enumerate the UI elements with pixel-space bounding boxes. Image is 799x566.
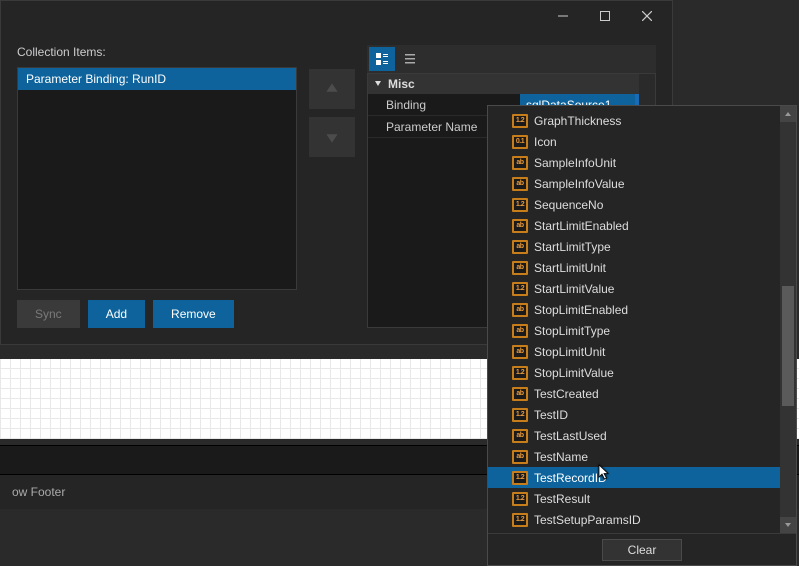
- field-type-icon: 1.2: [512, 282, 528, 296]
- dropdown-item-label: TestLastUsed: [534, 429, 607, 443]
- field-type-icon: 1.2: [512, 513, 528, 527]
- close-button[interactable]: [626, 2, 668, 30]
- dropdown-item-label: TestSetupParamsID: [534, 513, 641, 527]
- minimize-button[interactable]: [542, 2, 584, 30]
- field-type-icon: ab: [512, 261, 528, 275]
- field-type-icon: ab: [512, 450, 528, 464]
- list-item[interactable]: Parameter Binding: RunID: [18, 68, 296, 90]
- dropdown-item-label: Icon: [534, 135, 557, 149]
- remove-button[interactable]: Remove: [153, 300, 234, 328]
- dropdown-item[interactable]: ab SampleInfoUnit: [488, 152, 796, 173]
- clear-button[interactable]: Clear: [602, 539, 682, 561]
- field-type-icon: ab: [512, 156, 528, 170]
- scroll-up-button[interactable]: [780, 106, 796, 122]
- collection-items-panel: Collection Items: Parameter Binding: Run…: [17, 45, 297, 328]
- dropdown-item[interactable]: ab StopLimitUnit: [488, 341, 796, 362]
- field-type-icon: ab: [512, 219, 528, 233]
- dropdown-item[interactable]: 1.2 TestRecordID: [488, 467, 796, 488]
- dropdown-item[interactable]: 1.2 StartLimitValue: [488, 278, 796, 299]
- move-up-button[interactable]: [309, 69, 355, 109]
- field-type-icon: ab: [512, 324, 528, 338]
- dropdown-item[interactable]: 1.2 TestResult: [488, 488, 796, 509]
- dropdown-item[interactable]: 1.2 TestSetupParamsID: [488, 509, 796, 530]
- dropdown-scrollbar[interactable]: [780, 106, 796, 533]
- dropdown-item-label: StartLimitValue: [534, 282, 614, 296]
- dropdown-list[interactable]: 1.2GraphThickness0.1IconabSampleInfoUnit…: [488, 106, 796, 533]
- dropdown-item-label: StartLimitEnabled: [534, 219, 629, 233]
- dropdown-item-label: TestResult: [534, 492, 590, 506]
- dropdown-item-label: StartLimitUnit: [534, 261, 606, 275]
- titlebar: [1, 1, 672, 31]
- dropdown-item[interactable]: ab StartLimitType: [488, 236, 796, 257]
- field-type-icon: 1.2: [512, 198, 528, 212]
- field-type-icon: 1.2: [512, 366, 528, 380]
- categorized-view-button[interactable]: [369, 47, 395, 71]
- dropdown-item[interactable]: ab TestName: [488, 446, 796, 467]
- dropdown-item[interactable]: 0.1 Icon: [488, 131, 796, 152]
- dropdown-item-label: TestRecordID: [534, 471, 607, 485]
- dropdown-item-label: StopLimitType: [534, 324, 610, 338]
- dropdown-item-label: TestName: [534, 450, 588, 464]
- dropdown-item[interactable]: ab StartLimitEnabled: [488, 215, 796, 236]
- collection-items-label: Collection Items:: [17, 45, 297, 59]
- dropdown-item[interactable]: 1.2 TestID: [488, 404, 796, 425]
- dropdown-item[interactable]: 1.2 GraphThickness: [488, 110, 796, 131]
- dropdown-item-label: SampleInfoUnit: [534, 156, 616, 170]
- dropdown-item-label: StopLimitEnabled: [534, 303, 628, 317]
- binding-dropdown: 1.2GraphThickness0.1IconabSampleInfoUnit…: [487, 105, 797, 566]
- dropdown-item-label: TestID: [534, 408, 568, 422]
- dropdown-item[interactable]: 1.2 SequenceNo: [488, 194, 796, 215]
- dropdown-item[interactable]: ab TestLastUsed: [488, 425, 796, 446]
- field-type-icon: ab: [512, 177, 528, 191]
- property-section-label: Misc: [388, 77, 415, 91]
- dropdown-item-label: StopLimitUnit: [534, 345, 605, 359]
- dropdown-item[interactable]: ab StopLimitEnabled: [488, 299, 796, 320]
- field-type-icon: ab: [512, 345, 528, 359]
- property-toolbar: [367, 45, 656, 73]
- add-button[interactable]: Add: [88, 300, 145, 328]
- move-down-button[interactable]: [309, 117, 355, 157]
- field-type-icon: ab: [512, 303, 528, 317]
- field-type-icon: 1.2: [512, 114, 528, 128]
- field-type-icon: 1.2: [512, 471, 528, 485]
- scroll-thumb[interactable]: [782, 286, 794, 406]
- property-section-misc[interactable]: Misc: [368, 74, 655, 94]
- dropdown-item[interactable]: ab SampleInfoValue: [488, 173, 796, 194]
- dropdown-item-label: SampleInfoValue: [534, 177, 625, 191]
- dropdown-item[interactable]: ab StartLimitUnit: [488, 257, 796, 278]
- dropdown-item-label: StartLimitType: [534, 240, 611, 254]
- collection-items-listbox[interactable]: Parameter Binding: RunID: [17, 67, 297, 290]
- field-type-icon: 1.2: [512, 492, 528, 506]
- dropdown-item-label: TestCreated: [534, 387, 599, 401]
- field-type-icon: ab: [512, 387, 528, 401]
- scroll-down-button[interactable]: [780, 517, 796, 533]
- dropdown-item-label: StopLimitValue: [534, 366, 614, 380]
- field-type-icon: ab: [512, 429, 528, 443]
- dropdown-item[interactable]: abTestStatus: [488, 530, 796, 533]
- field-type-icon: ab: [512, 240, 528, 254]
- dropdown-item[interactable]: ab StopLimitType: [488, 320, 796, 341]
- dropdown-item[interactable]: ab TestCreated: [488, 383, 796, 404]
- dropdown-item-label: GraphThickness: [534, 114, 621, 128]
- dropdown-item-label: SequenceNo: [534, 198, 603, 212]
- maximize-button[interactable]: [584, 2, 626, 30]
- dropdown-item[interactable]: 1.2 StopLimitValue: [488, 362, 796, 383]
- sync-button: Sync: [17, 300, 80, 328]
- field-type-icon: 0.1: [512, 135, 528, 149]
- alphabetical-view-button[interactable]: [397, 47, 423, 71]
- field-type-icon: 1.2: [512, 408, 528, 422]
